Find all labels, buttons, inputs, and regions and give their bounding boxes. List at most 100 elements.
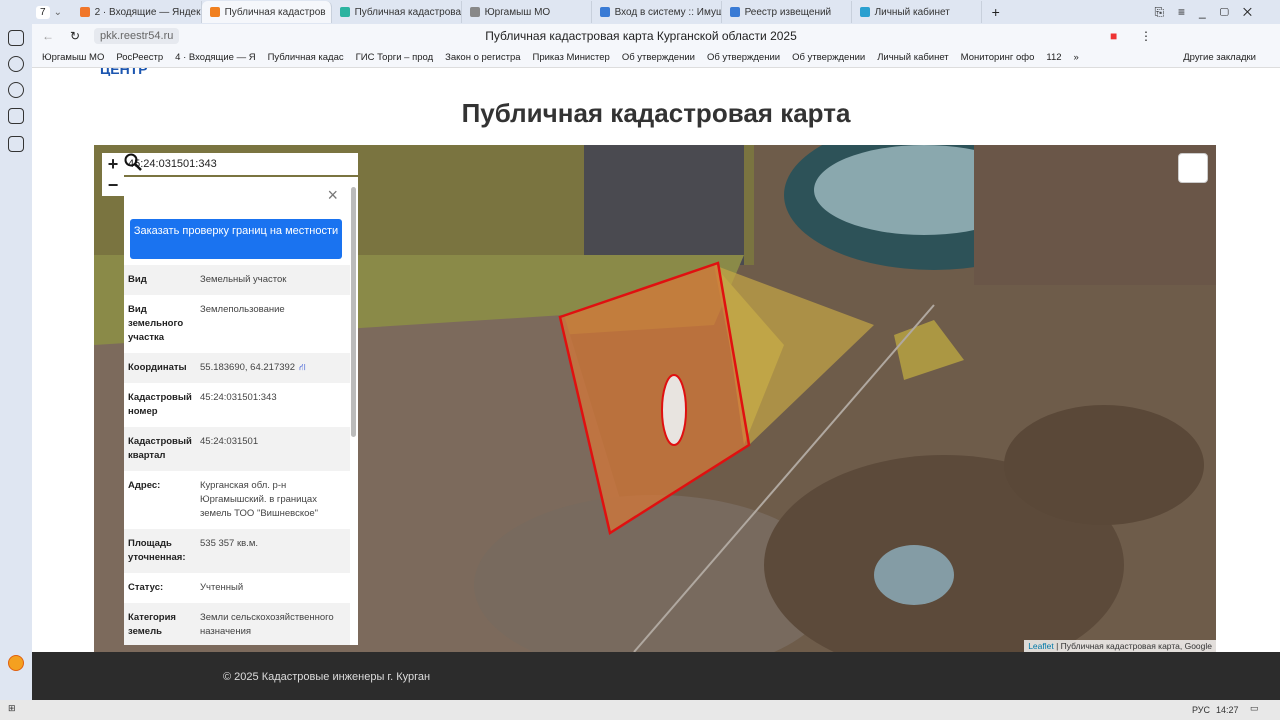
order-check-button[interactable]: Заказать проверку границ на местности [130,219,342,259]
info-value: Земельный участок [200,274,287,285]
info-row: Кадастровый номер 45:24:031501:343 [124,383,350,427]
search-icon[interactable] [124,153,142,171]
collections-icon[interactable] [8,30,24,46]
tab[interactable]: Вход в систему :: Имуще [592,1,722,23]
copyright: © 2025 Кадастровые инженеры г. Курган [223,671,431,683]
tab[interactable]: Юргамыш МО [462,1,592,23]
info-value: Курганская обл. р-н Юргамышский. в грани… [200,480,319,519]
bookmark[interactable]: ГИС Торги – прод [356,52,433,63]
info-row: Площадь уточненная: 535 357 кв.м. [124,529,350,573]
tab-favicon-icon [729,7,740,17]
tab[interactable]: Публичная кадастровая [332,1,462,23]
info-label: Вид земельного участка [128,304,184,343]
bookmark[interactable]: Личный кабинет [877,52,948,63]
bookmark[interactable]: Приказ Министер [533,52,610,63]
tabs-menu-icon[interactable]: ⌄ [54,7,72,18]
bookmark[interactable]: Об утверждении [622,52,695,63]
info-label: Кадастровый квартал [128,436,192,461]
screenshot-icon[interactable] [8,136,24,152]
tab-favicon-icon [859,7,870,17]
leaflet-link[interactable]: Leaflet [1028,641,1054,651]
info-row: Вид Земельный участок [124,265,350,295]
info-label: Площадь уточненная: [128,538,186,563]
bookmarks-bar: Юргамыш МО РосРеестр 4 · Входящие — Я Публи… [32,48,1280,68]
notifications-icon[interactable]: ▭ [1250,703,1259,714]
zoom-in-button[interactable]: + [102,153,124,175]
footer: © 2025 Кадастровые инженеры г. Курган [32,652,1280,700]
menu-icon[interactable]: ⋮ [1140,29,1152,43]
info-row: Категория земель Земли сельскохозяйственн… [124,603,350,645]
bookmark[interactable]: Публичная кадас [268,52,344,63]
info-row: Координаты 55.183690, 64.217392 ⛙ [124,353,350,383]
tab-label: Юргамыш МО [484,6,551,18]
bookmark[interactable]: 4 · Входящие — Я [175,52,255,63]
info-row: Вид земельного участка Землепользование [124,295,350,353]
tab-label: Вход в систему :: Имуще [614,6,722,18]
tab-label: Реестр извещений [744,6,832,18]
cadastral-search[interactable]: 45:24:031501:343 [124,153,358,175]
info-value: 45:24:031501:343 [200,392,277,403]
app-icon[interactable] [8,108,24,124]
info-row: Кадастровый квартал 45:24:031501 [124,427,350,471]
route-icon[interactable]: ⛙ [299,361,306,375]
info-value: Учтенный [200,582,244,593]
bookmark[interactable]: Закон о регистра [445,52,520,63]
tab-favicon-icon [209,7,220,17]
info-value: 45:24:031501 [200,436,259,447]
info-value: 535 357 кв.м. [200,538,258,549]
history-icon[interactable] [8,56,24,72]
zoom-out-button[interactable]: − [102,174,124,196]
address-bar: ← ↻ pkk.reestr54.ru Публичная кадастрова… [32,24,1280,48]
tab-bar: 7 ⌄ 2 · Входящие — Яндекс П Публичная кад… [32,0,1280,24]
page-title: Публичная кадастровая карта Курганской о… [485,29,797,43]
bookmark[interactable]: » [1074,52,1079,63]
info-value: Землепользование [200,304,285,315]
scrollbar[interactable] [351,187,356,437]
language-indicator[interactable]: РУС [1192,705,1210,715]
tab-label: Публичная кадастровая [354,6,462,18]
info-row: Адрес: Курганская обл. р-н Юргамышский. в… [124,471,350,529]
bookmark[interactable]: РосРеестр [116,52,163,63]
new-tab-button[interactable]: + [992,4,1000,20]
tab[interactable]: Личный кабинет [852,1,982,23]
info-value: 55.183690, 64.217392 [200,362,296,373]
info-label: Вид [128,274,147,285]
tab-label: Личный кабинет [874,6,950,18]
start-icon[interactable]: ⊞ [8,703,16,714]
bookmark[interactable]: 112 [1046,52,1061,63]
other-bookmarks[interactable]: Другие закладки [1183,52,1256,63]
info-label: Статус: [128,582,164,593]
info-label: Координаты [128,362,187,373]
tab-count[interactable]: 7 [36,5,50,19]
attribution: Leaflet | Публичная кадастровая карта, G… [1024,640,1216,652]
tab-favicon-icon [79,7,90,17]
bookmark-icon[interactable]: ■ [1110,29,1117,43]
bookmark[interactable]: Мониторинг офо [961,52,1035,63]
mail-icon[interactable] [8,655,24,671]
logo[interactable]: ЦЕНТР [100,68,220,76]
clock[interactable]: 14:27 [1216,705,1239,715]
tab-label: 2 · Входящие — Яндекс П [94,6,201,18]
bookmark[interactable]: Об утверждении [792,52,865,63]
info-label: Категория земель [128,612,176,637]
tab[interactable]: Публичная кадастров [201,1,332,23]
tab-favicon-icon [599,7,610,17]
play-icon[interactable] [8,82,24,98]
bookmark[interactable]: Об утверждении [707,52,780,63]
page-heading: Публичная кадастровая карта [461,98,851,128]
tab-label: Публичная кадастров [224,6,326,18]
layers-icon[interactable] [1178,153,1208,183]
bookmark[interactable]: Юргамыш МО [42,52,104,63]
info-label: Адрес: [128,480,161,491]
close-icon[interactable]: × [327,185,338,206]
browser-sidebar [0,0,32,700]
map[interactable]: + − 45:24:031501:343 × Заказать проверку… [94,145,1216,652]
tab[interactable]: 2 · Входящие — Яндекс П [72,1,202,23]
tab[interactable]: Реестр извещений [722,1,852,23]
tab-favicon-icon [469,7,480,17]
window-controls[interactable]: ⎘≡_▢✕ [1154,5,1266,20]
tab-favicon-icon [339,7,350,17]
info-value: Земли сельскохозяйственного назначения [200,612,334,637]
parcel-info-panel: × Заказать проверку границ на местности … [124,177,358,645]
info-row: Статус: Учтенный [124,573,350,603]
